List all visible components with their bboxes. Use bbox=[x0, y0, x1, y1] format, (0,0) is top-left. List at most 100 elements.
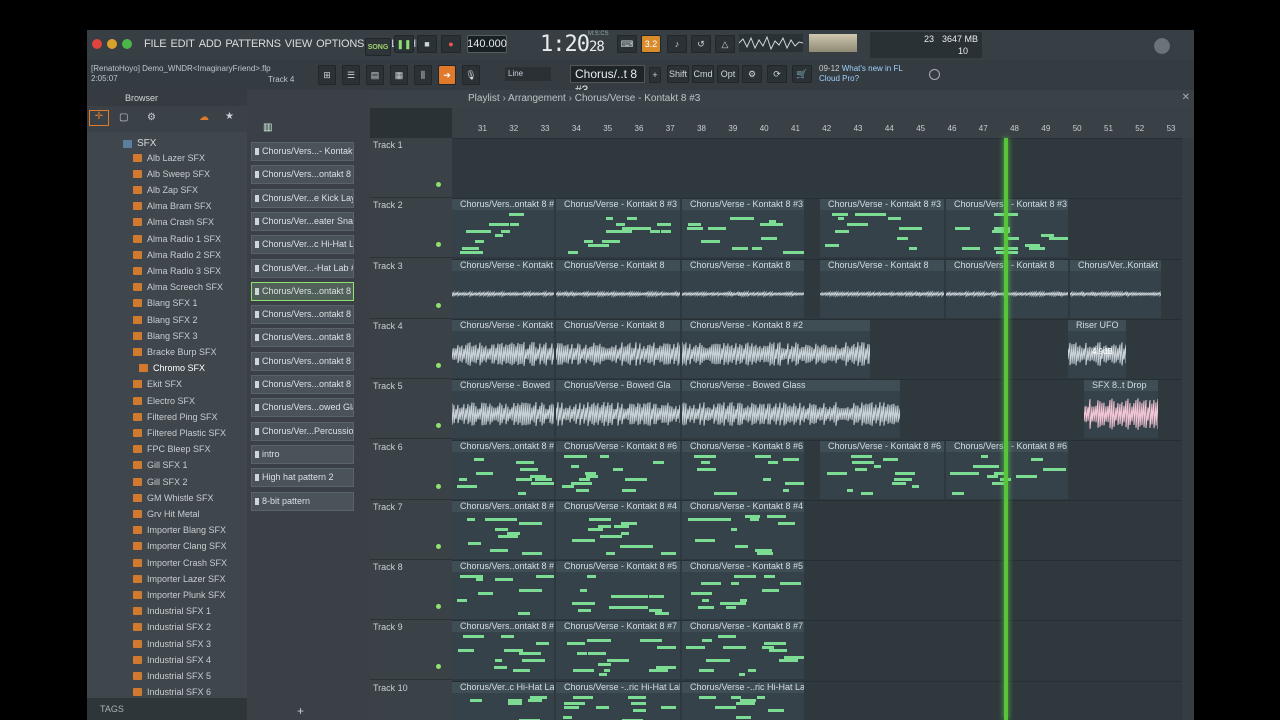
playlist-clip[interactable]: Chorus/Verse - Bowed Gla bbox=[556, 380, 680, 439]
pattern-selector[interactable]: Chorus/..t 8 #3 bbox=[570, 65, 645, 97]
track-header[interactable]: Track 1 bbox=[370, 138, 452, 198]
browser-item[interactable]: Importer Lazer SFX bbox=[133, 571, 226, 586]
track-led-icon[interactable] bbox=[436, 302, 441, 308]
menu-options[interactable]: OPTIONS bbox=[314, 36, 366, 52]
playlist-clip[interactable]: Chorus/Verse - Kontakt 8 #3 bbox=[820, 199, 944, 258]
channel-rack-icon[interactable]: ☰ bbox=[342, 65, 360, 85]
playlist-clip[interactable]: SFX 8..t Drop bbox=[1084, 380, 1158, 439]
snap-mode-select[interactable]: Line bbox=[505, 67, 551, 81]
pattern-item[interactable]: Chorus/Vers...- Kontakt 8 bbox=[251, 142, 354, 161]
browser-item[interactable]: Blang SFX 3 bbox=[133, 328, 198, 343]
browser-item[interactable]: Blang SFX 1 bbox=[133, 296, 198, 311]
minimize-window-button[interactable] bbox=[107, 39, 117, 49]
browser-item[interactable]: Industrial SFX 3 bbox=[133, 636, 211, 651]
crumb-pattern[interactable]: Chorus/Verse - Kontakt 8 #3 bbox=[575, 93, 701, 104]
playlist-clip[interactable]: Chorus/Verse - Bowed bbox=[452, 380, 554, 439]
track-led-icon[interactable] bbox=[436, 483, 441, 489]
browser-item[interactable]: Industrial SFX 1 bbox=[133, 604, 211, 619]
track-header[interactable]: Track 6 bbox=[370, 440, 452, 500]
pattern-item[interactable]: High hat pattern 2 bbox=[251, 468, 354, 488]
pattern-item[interactable]: Chorus/Ver...e Kick Laye bbox=[251, 188, 354, 208]
cloud-icon[interactable]: ☁ bbox=[199, 112, 209, 123]
track-header[interactable]: Track 3 bbox=[370, 259, 452, 319]
fl-logo-icon[interactable] bbox=[1147, 34, 1177, 58]
track-led-icon[interactable] bbox=[436, 423, 441, 429]
browser-item[interactable]: Importer Crash SFX bbox=[133, 555, 227, 570]
playlist-clip[interactable]: Chorus/Ver..Kontakt 8 bbox=[1070, 259, 1161, 318]
track-led-icon[interactable] bbox=[436, 182, 441, 187]
add-pattern-icon[interactable]: + bbox=[297, 704, 304, 718]
menu-edit[interactable]: EDIT bbox=[168, 36, 196, 52]
playlist-clip[interactable]: Chorus/Verse - Kontakt 8 #3 bbox=[556, 199, 680, 258]
track-header[interactable]: Track 8 bbox=[370, 560, 452, 621]
menu-patterns[interactable]: PATTERNS bbox=[223, 36, 282, 52]
favorites-icon[interactable]: ★ bbox=[225, 111, 234, 122]
arrangement-grid[interactable]: Chorus/Vers..ontakt 8 #3 Chorus/Verse - K… bbox=[452, 138, 1194, 720]
browser-item[interactable]: Chromo SFX bbox=[139, 361, 205, 376]
vertical-scrollbar[interactable] bbox=[1182, 138, 1194, 720]
sfx-folder[interactable]: SFX bbox=[123, 138, 156, 149]
track-led-icon[interactable] bbox=[436, 242, 441, 248]
playlist-clip[interactable]: Chorus/Vers..ontakt 8 #6 bbox=[452, 440, 554, 499]
browser-item[interactable]: Alma Radio 3 SFX bbox=[133, 263, 221, 278]
browser-item[interactable]: Importer Plunk SFX bbox=[133, 587, 226, 602]
browser-item[interactable]: Alma Bram SFX bbox=[133, 199, 212, 214]
track-header[interactable]: Track 2 bbox=[370, 198, 452, 259]
pattern-item[interactable]: Chorus/Vers...ontakt 8 #7 bbox=[251, 375, 354, 394]
playlist-clip[interactable]: Chorus/Verse - Kontakt 8 #7 bbox=[556, 621, 680, 680]
track-header[interactable]: Track 7 bbox=[370, 500, 452, 560]
track-header[interactable]: Track 9 bbox=[370, 620, 452, 681]
pattern-item[interactable]: Chorus/Vers...ontakt 8 #2 bbox=[251, 165, 354, 185]
browser-item[interactable]: Gill SFX 1 bbox=[133, 458, 188, 473]
playlist-clip[interactable]: Chorus/Verse - Kontakt 8 #2 bbox=[682, 319, 870, 378]
pattern-item[interactable]: Chorus/Ver...eater Snare bbox=[251, 211, 354, 231]
pattern-item[interactable]: Chorus/Vers...ontakt 8 #6 bbox=[251, 351, 354, 371]
folder-filter-icon[interactable]: ▢ bbox=[119, 112, 128, 123]
browser-item[interactable]: Grv Hit Metal bbox=[133, 506, 200, 521]
browser-item[interactable]: Bracke Burp SFX bbox=[133, 344, 217, 359]
playlist-clip[interactable]: Chorus/Verse - Bowed Glass bbox=[682, 380, 900, 439]
metronome-icon[interactable]: △ bbox=[715, 35, 735, 53]
browser-item[interactable]: Ekit SFX bbox=[133, 377, 182, 392]
playlist-clip[interactable]: Chorus/Verse - Kontakt 8 bbox=[556, 259, 680, 318]
shift-button[interactable]: Shift bbox=[667, 65, 689, 83]
pattern-item[interactable]: Chorus/Vers...ontakt 8 #4 bbox=[251, 305, 354, 325]
loop-record-icon[interactable]: ↺ bbox=[691, 35, 711, 53]
playlist-clip[interactable]: Chorus/Vers..ontakt 8 #4 bbox=[452, 500, 554, 559]
blend-notes-icon[interactable]: ♪ bbox=[667, 35, 687, 53]
browser-item[interactable]: Gill SFX 2 bbox=[133, 474, 188, 489]
browser-item[interactable]: FPC Bleep SFX bbox=[133, 442, 211, 457]
browser-item[interactable]: Blang SFX 2 bbox=[133, 312, 198, 327]
tags-bar[interactable]: TAGS bbox=[87, 698, 247, 720]
plugin-icon[interactable]: ⚙ bbox=[742, 65, 762, 83]
browser-item[interactable]: Industrial SFX 5 bbox=[133, 668, 211, 683]
mixer-icon[interactable]: ⫼ bbox=[414, 65, 432, 85]
menu-file[interactable]: FILE bbox=[142, 36, 168, 52]
track-header[interactable]: Track 10 bbox=[370, 681, 452, 720]
microphone-icon[interactable]: 🎙 bbox=[462, 65, 480, 85]
playlist-clip[interactable]: Chorus/Verse - Kontakt 8 bbox=[820, 259, 944, 318]
playlist-view-icon[interactable]: ⊞ bbox=[318, 65, 336, 85]
playlist-clip[interactable]: Chorus/Verse - Kontakt 8 #6 bbox=[682, 440, 804, 499]
crumb-arrangement[interactable]: Arrangement bbox=[508, 93, 566, 104]
pattern-item[interactable]: intro bbox=[251, 444, 354, 464]
piano-icon[interactable]: ▥ bbox=[263, 122, 272, 133]
track-header[interactable]: Track 4 bbox=[370, 319, 452, 379]
close-window-button[interactable] bbox=[92, 39, 102, 49]
globe-icon[interactable] bbox=[929, 69, 940, 80]
play-pause-button[interactable]: ❚❚ bbox=[394, 35, 414, 53]
playlist-clip[interactable]: Chorus/Verse - Kontakt 8 bbox=[452, 259, 554, 318]
opt-button[interactable]: Opt bbox=[717, 65, 739, 83]
song-mode-toggle[interactable]: SONG bbox=[365, 38, 391, 56]
browser-item[interactable]: Importer Clang SFX bbox=[133, 539, 227, 554]
playlist-clip[interactable]: Chorus/Verse -..ric Hi-Hat Lab bbox=[556, 681, 680, 720]
record-button[interactable]: ● bbox=[441, 35, 461, 53]
browser-item[interactable]: Importer Blang SFX bbox=[133, 523, 226, 538]
menu-view[interactable]: VIEW bbox=[283, 36, 314, 52]
browser-item[interactable]: Alma Screech SFX bbox=[133, 280, 223, 295]
browser-item[interactable]: Alma Radio 2 SFX bbox=[133, 247, 221, 262]
pattern-item[interactable]: 8-bit pattern bbox=[251, 491, 354, 511]
playlist-clip[interactable]: Chorus/Vers..ontakt 8 #5 bbox=[452, 561, 554, 620]
playlist-clip[interactable]: Chorus/Verse - Kontakt 8 bbox=[452, 319, 554, 378]
track-led-icon[interactable] bbox=[436, 604, 441, 610]
